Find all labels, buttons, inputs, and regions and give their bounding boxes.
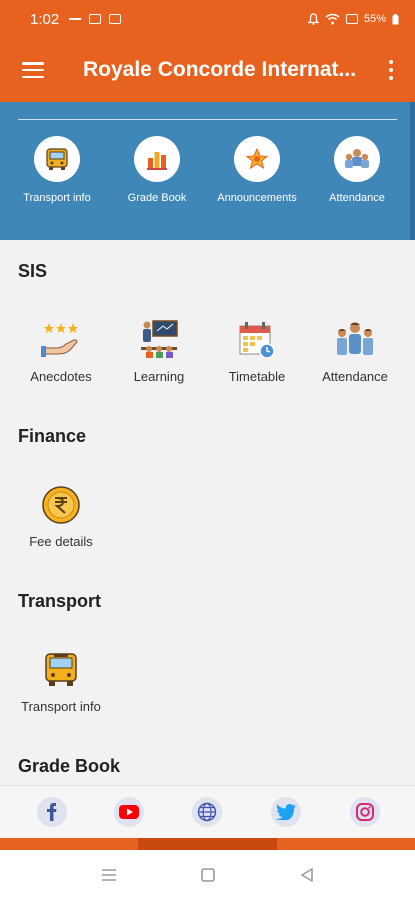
quick-link-transport[interactable]: Transport info [7,136,107,204]
facebook-link[interactable] [37,797,67,827]
tile-learning[interactable]: Learning [109,318,209,384]
bell-icon [307,13,319,25]
star-icon [245,147,269,170]
quick-link-label: Attendance [329,192,385,204]
bus-icon [45,653,77,686]
quick-link-attendance[interactable]: Attendance [307,136,407,204]
youtube-link[interactable] [114,797,144,827]
bus-icon [46,148,68,170]
tile-anecdotes[interactable]: Anecdotes [11,318,111,384]
calendar-clock-icon [239,322,275,359]
battery-level: 55% [363,13,386,25]
app-bar: Royale Concorde Internat... [0,38,415,102]
menu-button[interactable] [0,38,66,102]
youtube-icon [119,805,139,819]
teacher-board-icon [141,320,178,358]
tile-fee-details[interactable]: Fee details [11,483,111,549]
image-icon [109,14,122,24]
hamburger-icon [22,62,44,78]
tile-attendance[interactable]: Attendance [305,318,405,384]
quick-link-label: Grade Book [127,192,187,204]
active-indicator [138,838,277,850]
home-button[interactable] [196,864,220,886]
status-bar: 1:02 55% [0,0,415,38]
social-links-bar [0,785,415,838]
section-title-finance: Finance [18,426,87,446]
quick-link-label: Announcements [217,192,297,204]
globe-icon [197,802,217,822]
wifi-icon [325,13,340,25]
app-title: Royale Concorde Internat... [83,58,357,81]
quick-link-grade-book[interactable]: Grade Book [107,136,207,204]
tile-label: Attendance [322,369,388,384]
sim-icon [345,14,358,24]
tile-timetable[interactable]: Timetable [207,318,307,384]
tile-label: Learning [133,369,185,384]
system-nav-bar [0,850,415,900]
module-list: SIS Anecdotes Learning Timetable Attenda… [0,240,415,785]
tile-label: Transport info [21,699,101,714]
rupee-coin-icon [42,486,80,524]
students-icon [337,322,373,355]
facebook-icon [47,803,57,821]
website-link[interactable] [192,797,222,827]
overflow-menu-button[interactable] [367,38,415,102]
section-title-transport: Transport [18,591,102,611]
tile-label: Fee details [29,534,93,549]
battery-icon [392,13,399,24]
notification-icon [89,14,102,24]
twitter-icon [276,804,296,820]
instagram-icon [356,803,374,821]
scroll-edge [410,102,415,240]
tile-label: Timetable [228,369,286,384]
recents-icon [102,869,116,881]
students-icon [345,149,369,168]
quick-link-label: Transport info [23,192,91,204]
instagram-link[interactable] [350,797,380,827]
back-triangle-icon [301,868,313,882]
section-title-sis: SIS [18,261,48,281]
tile-label: Anecdotes [30,369,92,384]
twitter-link[interactable] [271,797,301,827]
grade-book-icon [147,152,167,170]
section-title-grade-book: Grade Book [18,756,121,776]
recent-apps-button[interactable] [97,864,121,886]
key-icon [69,18,82,20]
tile-transport-info[interactable]: Transport info [11,648,111,714]
rating-hand-icon [41,323,78,357]
bottom-accent-bar [0,838,415,850]
status-time: 1:02 [30,10,60,28]
home-square-icon [201,868,215,882]
back-button[interactable] [295,864,319,886]
quick-link-announcements[interactable]: Announcements [207,136,307,204]
quick-links-bar: Transport info Grade Book Announcements [0,102,415,240]
divider [18,119,397,120]
